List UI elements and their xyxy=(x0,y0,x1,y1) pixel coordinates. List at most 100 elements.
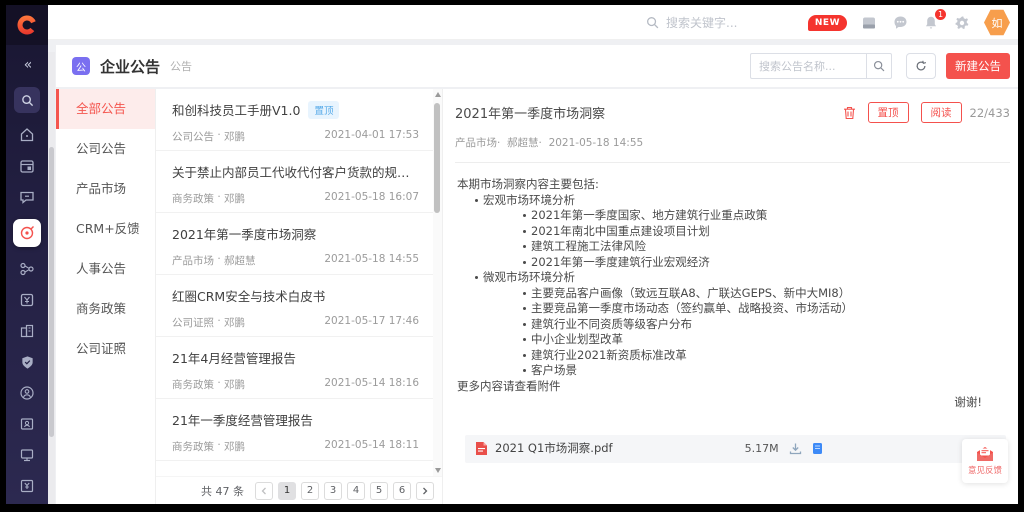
announcement-search xyxy=(750,53,892,79)
prev-page-button[interactable] xyxy=(255,482,273,500)
detail-body: 本期市场洞察内容主要包括: 宏观市场环境分析2021年第一季度国家、地方建筑行业… xyxy=(443,163,1018,463)
global-search-placeholder: 搜索关键字... xyxy=(666,14,737,31)
delete-icon[interactable] xyxy=(843,106,856,120)
category-item[interactable]: 人事公告 xyxy=(56,249,155,289)
category-item[interactable]: 公司证照 xyxy=(56,329,155,369)
detail-bullet: 主要竞品第一季度市场动态（签约赢单、战略投资、市场活动） xyxy=(457,301,1010,317)
detail-title: 2021年第一季度市场洞察 xyxy=(455,103,605,122)
announcement-search-input[interactable] xyxy=(750,53,866,79)
sidebar-company-icon[interactable] xyxy=(14,322,40,340)
sidebar-announcement-active-icon[interactable] xyxy=(13,219,41,247)
announcement-search-button[interactable] xyxy=(866,53,892,79)
list-item-title: 2021年第一季度市场洞察 xyxy=(172,224,316,243)
preview-icon[interactable] xyxy=(812,442,823,455)
page-button[interactable]: 1 xyxy=(278,482,296,500)
feedback-label: 意见反馈 xyxy=(968,464,1002,476)
list-item-category: 商务政策 xyxy=(172,377,214,392)
envelope-icon xyxy=(975,446,995,462)
detail-bullet: 主要竞品客户画像（致远互联A8、广联达GEPS、新中大MI8） xyxy=(457,286,1010,302)
chevron-left-icon xyxy=(260,487,268,495)
refresh-button[interactable] xyxy=(906,53,936,79)
new-announcement-button[interactable]: 新建公告 xyxy=(946,53,1010,79)
gear-icon[interactable] xyxy=(953,14,971,32)
detail-bullet: 建筑行业2021新资质标准改革 xyxy=(457,348,1010,364)
list-item-author: 邓鹏 xyxy=(224,129,245,144)
pdf-icon xyxy=(475,441,488,456)
page-title: 企业公告 xyxy=(100,56,160,77)
list-item-title: 21年一季度经营管理报告 xyxy=(172,410,313,429)
pin-button[interactable]: 置顶 xyxy=(868,102,909,123)
sidebar-device-icon[interactable] xyxy=(14,446,40,464)
sidebar-finance-icon[interactable] xyxy=(14,291,40,309)
app-sidebar: « xyxy=(6,5,48,504)
page-button[interactable]: 3 xyxy=(324,482,342,500)
category-item[interactable]: 公司公告 xyxy=(56,129,155,169)
sidebar-calendar-icon[interactable] xyxy=(14,157,40,175)
list-item[interactable]: 21年4月经营管理报告 商务政策 · 邓鹏 2021-05-14 18:16 xyxy=(156,337,433,399)
list-item-author: 邓鹏 xyxy=(224,439,245,454)
detail-bullet: 客户场景 xyxy=(457,363,1010,379)
detail-bullet: 2021年南北中国重点建设项目计划 xyxy=(457,224,1010,240)
page-header: 公 企业公告 公告 新建公告 xyxy=(56,45,1018,87)
list-item[interactable]: 红圈CRM安全与技术白皮书 公司证照 · 邓鹏 2021-05-17 17:46 xyxy=(156,275,433,337)
read-button[interactable]: 阅读 xyxy=(921,102,962,123)
category-item[interactable]: CRM+反馈 xyxy=(56,209,155,249)
page-tag: 公告 xyxy=(170,58,192,74)
sidebar-id-card-icon[interactable] xyxy=(14,415,40,433)
list-item[interactable]: 关于禁止内部员工代收代付客户货款的规定【商... 商务政策 · 邓鹏 2021-… xyxy=(156,151,433,213)
page-button[interactable]: 2 xyxy=(301,482,319,500)
category-item[interactable]: 商务政策 xyxy=(56,289,155,329)
detail-bullet: 2021年第一季度国家、地方建筑行业重点政策 xyxy=(457,208,1010,224)
sidebar-home-icon[interactable] xyxy=(14,126,40,144)
page-button[interactable]: 4 xyxy=(347,482,365,500)
global-search[interactable]: 搜索关键字... xyxy=(646,5,737,40)
announcement-list: 和创科技员工手册V1.0 置顶 公司公告 · 邓鹏 2021-04-01 17:… xyxy=(156,89,443,504)
detail-more: 更多内容请查看附件 xyxy=(457,379,1010,395)
app-logo[interactable] xyxy=(6,5,48,45)
sidebar-shield-icon[interactable] xyxy=(14,353,40,371)
sidebar-cashier-icon[interactable] xyxy=(14,477,40,495)
category-item[interactable]: 全部公告 xyxy=(56,89,155,129)
download-icon[interactable] xyxy=(789,442,802,455)
list-scrollbar[interactable] xyxy=(433,89,442,476)
category-item[interactable]: 产品市场 xyxy=(56,169,155,209)
page-button[interactable]: 6 xyxy=(393,482,411,500)
list-item-author: 邓鹏 xyxy=(224,315,245,330)
list-item[interactable]: 21年一季度经营管理报告 商务政策 · 邓鹏 2021-05-14 18:11 xyxy=(156,399,433,461)
category-sidebar: 全部公告公司公告产品市场CRM+反馈人事公告商务政策公司证照 xyxy=(56,89,156,504)
avatar[interactable]: 如 xyxy=(984,9,1010,36)
list-item[interactable]: 和创科技员工手册V1.0 置顶 公司公告 · 邓鹏 2021-04-01 17:… xyxy=(156,89,433,151)
board-icon[interactable] xyxy=(860,14,878,32)
list-item[interactable]: 2021年第一季度市场洞察 产品市场 · 郝超慧 2021-05-18 14:5… xyxy=(156,213,433,275)
total-count: 共 47 条 xyxy=(201,483,244,499)
content-area: 公 企业公告 公告 新建公告 全部公告公司公告产品市场CRM+反馈人事公告商务政 xyxy=(48,40,1018,504)
message-icon[interactable] xyxy=(891,14,909,32)
next-page-button[interactable] xyxy=(416,482,434,500)
bell-icon[interactable]: 1 xyxy=(922,14,940,32)
logo-ring-icon xyxy=(16,14,38,36)
attachment-row[interactable]: 2021 Q1市场洞察.pdf 5.17M xyxy=(465,435,1006,463)
page-scrollbar[interactable] xyxy=(48,52,55,504)
pinned-badge: 置顶 xyxy=(308,101,339,119)
module-icon: 公 xyxy=(72,57,90,75)
list-item-time: 2021-05-14 18:11 xyxy=(324,439,419,454)
feedback-button[interactable]: 意见反馈 xyxy=(962,439,1008,483)
detail-bullet: 微观市场环境分析 xyxy=(457,270,1010,286)
attachment-size: 5.17M xyxy=(745,441,779,457)
list-item[interactable]: 21年1月经营管理报告 商务政策 · 邓鹏 2021-05-14 18:04 xyxy=(156,461,433,476)
list-item-title: 红圈CRM安全与技术白皮书 xyxy=(172,286,325,305)
list-item-author: 邓鹏 xyxy=(224,377,245,392)
list-item-category: 公司公告 xyxy=(172,129,214,144)
sidebar-customer-icon[interactable] xyxy=(14,384,40,402)
sidebar-search-icon[interactable] xyxy=(14,87,40,113)
list-item-category: 商务政策 xyxy=(172,439,214,454)
sidebar-chat-icon[interactable] xyxy=(14,188,40,206)
topbar: 搜索关键字... NEW 1 如 xyxy=(48,5,1018,40)
attachment-name: 2021 Q1市场洞察.pdf xyxy=(495,441,613,457)
page-button[interactable]: 5 xyxy=(370,482,388,500)
chevron-right-icon xyxy=(421,487,429,495)
search-icon xyxy=(646,16,659,29)
sidebar-share-icon[interactable] xyxy=(14,260,40,278)
list-item-category: 商务政策 xyxy=(172,191,214,206)
sidebar-collapse-icon[interactable]: « xyxy=(14,56,40,74)
